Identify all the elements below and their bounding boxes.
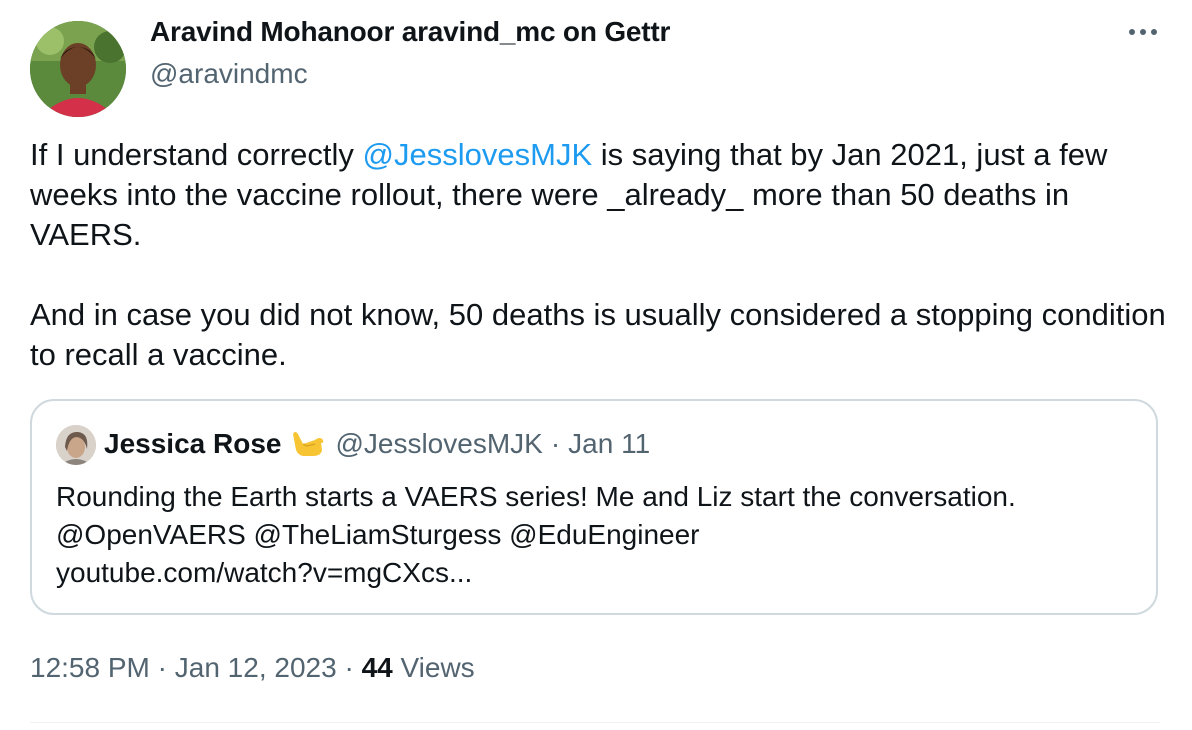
divider bbox=[30, 722, 1160, 723]
mention-link[interactable]: @JesslovesMJK bbox=[363, 137, 593, 172]
quoted-tweet-header: Jessica Rose @JesslovesMJK · Jan 11 bbox=[104, 428, 650, 460]
author-handle[interactable]: @aravindmc bbox=[150, 58, 308, 90]
author-name[interactable]: Aravind Mohanoor aravind_mc on Gettr bbox=[150, 16, 670, 48]
quoted-tweet-card[interactable]: Jessica Rose @JesslovesMJK · Jan 11 Roun… bbox=[30, 399, 1158, 615]
tweet-paragraph: If I understand correctly @JesslovesMJK … bbox=[30, 135, 1170, 255]
quoted-text-line: @OpenVAERS @TheLiamSturgess @EduEngineer bbox=[56, 519, 700, 550]
tweet-paragraph: And in case you did not know, 50 deaths … bbox=[30, 297, 1166, 372]
quoted-tweet-date[interactable]: Jan 11 bbox=[568, 428, 650, 460]
more-dot bbox=[1140, 29, 1146, 35]
tweet-text: If I understand correctly @JesslovesMJK … bbox=[30, 135, 1170, 375]
tweet-meta: 12:58 PM · Jan 12, 2023 · 44 Views bbox=[30, 652, 475, 684]
tweet-date[interactable]: Jan 12, 2023 bbox=[175, 652, 337, 683]
quoted-author-handle[interactable]: @JesslovesMJK bbox=[335, 428, 542, 460]
separator-dot: · bbox=[550, 428, 561, 459]
quoted-text-line: Rounding the Earth starts a VAERS series… bbox=[56, 481, 1016, 512]
quoted-author-avatar[interactable] bbox=[56, 425, 96, 465]
more-horizontal-icon[interactable] bbox=[1125, 17, 1161, 47]
call-me-hand-emoji-icon bbox=[287, 428, 327, 460]
more-dot bbox=[1129, 29, 1135, 35]
tweet-text-part: If I understand correctly bbox=[30, 137, 363, 172]
author-avatar[interactable] bbox=[30, 21, 126, 117]
quoted-text-line: youtube.com/watch?v=mgCXcs... bbox=[56, 557, 473, 588]
separator-dot: · bbox=[344, 652, 354, 683]
separator-dot: · bbox=[157, 652, 167, 683]
quoted-author-name[interactable]: Jessica Rose bbox=[104, 428, 281, 460]
more-dot bbox=[1151, 29, 1157, 35]
views-label: Views bbox=[400, 652, 475, 683]
tweet-time[interactable]: 12:58 PM bbox=[30, 652, 150, 683]
quoted-tweet-text: Rounding the Earth starts a VAERS series… bbox=[56, 478, 1136, 592]
views-count: 44 bbox=[361, 652, 393, 683]
